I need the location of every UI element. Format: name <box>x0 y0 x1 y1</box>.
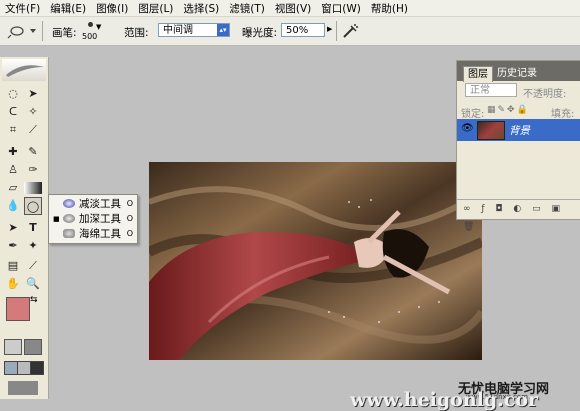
tool-preset-picker[interactable] <box>6 22 38 40</box>
custom-shape-tool-icon[interactable]: ✦ <box>24 237 42 255</box>
chevron-updown-icon: ▴▾ <box>217 24 229 36</box>
menu-window[interactable]: 窗口(W) <box>316 1 366 16</box>
exposure-value: 50% <box>286 25 309 36</box>
menu-layer[interactable]: 图层(L) <box>133 1 178 16</box>
dodge-icon <box>7 26 36 39</box>
flyout-item-label: 加深工具 <box>79 213 121 225</box>
blur-tool-icon[interactable]: 💧 <box>4 197 22 215</box>
options-bar: 画笔: 500 ▼ 范围: 中间调 ▴▾ 曝光度: 50% ▶ <box>0 17 580 46</box>
menu-help[interactable]: 帮助(H) <box>366 1 413 16</box>
opacity-label: 不透明度: <box>523 89 567 100</box>
marquee-tool-icon[interactable]: ◌ <box>4 85 22 103</box>
pen-tool-icon[interactable]: ✒ <box>4 237 22 255</box>
layers-panel-footer-buttons[interactable]: ∞ ƒ ◘ ◐ ▭ ▣ 🗑 <box>457 199 580 232</box>
layer-row-background[interactable]: 👁 背景 <box>457 119 580 141</box>
eye-visibility-icon[interactable]: 👁 <box>461 123 474 134</box>
separator <box>42 21 43 41</box>
airbrush-button[interactable] <box>341 22 359 40</box>
dodge-icon <box>63 199 75 208</box>
eyedropper-tool-icon[interactable]: ⟋ <box>24 257 42 275</box>
layers-panel-tabbar: 图层 历史记录 <box>457 61 580 82</box>
clone-stamp-tool-icon[interactable]: ♙ <box>4 161 22 179</box>
menu-image[interactable]: 图像(I) <box>91 1 133 16</box>
flyout-item-dodge[interactable]: 减淡工具 O <box>49 196 137 211</box>
history-brush-tool-icon[interactable]: ✑ <box>24 161 42 179</box>
flyout-item-key: O <box>126 199 133 208</box>
brush-tool-icon[interactable]: ✎ <box>24 143 42 161</box>
healing-brush-tool-icon[interactable]: ✚ <box>4 143 22 161</box>
fill-label: 填充: <box>551 109 575 120</box>
notes-tool-icon[interactable]: ▤ <box>4 257 22 275</box>
gradient-tool-icon[interactable] <box>24 182 42 194</box>
zoom-tool-icon[interactable]: 🔍 <box>24 275 42 293</box>
range-select[interactable]: 中间调 ▴▾ <box>158 23 230 37</box>
quick-mask-mode-icon[interactable] <box>24 339 42 355</box>
layer-name: 背景 <box>509 125 530 137</box>
flyout-item-sponge[interactable]: 海绵工具 O <box>49 226 137 241</box>
eraser-tool-icon[interactable]: ▱ <box>4 179 22 197</box>
brush-dot-icon <box>88 22 93 27</box>
photo-woman-in-red-dress <box>149 162 482 360</box>
airbrush-icon <box>343 24 358 38</box>
dodge-tool-icon[interactable]: ◯ <box>24 197 42 215</box>
document-canvas-photo[interactable] <box>149 162 482 360</box>
sponge-icon <box>63 229 75 238</box>
flyout-item-label: 海绵工具 <box>79 228 121 240</box>
foreground-color-swatch[interactable] <box>6 297 30 321</box>
burn-icon <box>63 214 75 223</box>
range-label: 范围: <box>124 27 149 39</box>
toolbox-header-feather-icon <box>2 59 46 81</box>
chevron-down-icon: ▼ <box>96 23 102 31</box>
watermark-url-large: www.heigonlg.cor <box>350 389 539 411</box>
screen-mode-full-icon[interactable] <box>30 361 44 375</box>
lock-label: 锁定: <box>461 109 485 120</box>
imageready-jump-icon[interactable] <box>8 381 38 395</box>
menu-bar: 文件(F) 编辑(E) 图像(I) 图层(L) 选择(S) 滤镜(T) 视图(V… <box>0 0 580 17</box>
type-tool-icon[interactable]: T <box>24 219 42 237</box>
flyout-item-key: O <box>126 214 133 223</box>
lasso-tool-icon[interactable]: ᑕ <box>4 103 22 121</box>
magic-wand-tool-icon[interactable]: ✧ <box>24 103 42 121</box>
layer-thumbnail <box>477 121 505 140</box>
brush-label: 画笔: <box>52 27 77 39</box>
hand-tool-icon[interactable]: ✋ <box>4 275 22 293</box>
brush-picker[interactable]: 500 ▼ <box>80 20 102 42</box>
brush-size: 500 <box>82 32 98 41</box>
layers-panel: 图层 历史记录 正常 不透明度: 锁定: ▦✎✥🔒 填充: 👁 背景 ∞ ƒ ◘… <box>456 60 580 232</box>
flyout-item-label: 减淡工具 <box>79 198 121 210</box>
menu-file[interactable]: 文件(F) <box>0 1 45 16</box>
blend-mode-select[interactable]: 正常 <box>465 83 517 97</box>
menu-edit[interactable]: 编辑(E) <box>45 1 91 16</box>
tab-history[interactable]: 历史记录 <box>493 66 541 81</box>
crop-tool-icon[interactable]: ⌗ <box>4 121 22 139</box>
slice-tool-icon[interactable]: ⟋ <box>24 121 42 139</box>
selected-marker-icon: ■ <box>53 214 60 223</box>
menu-view[interactable]: 视图(V) <box>270 1 316 16</box>
tab-layers[interactable]: 图层 <box>463 66 493 82</box>
toolbox: ◌ ➤ ᑕ ✧ ⌗ ⟋ ✚ ✎ ♙ ✑ ▱ 💧 ◯ ➤ T ✒ ✦ ▤ ⟋ ✋ … <box>0 57 49 399</box>
screen-mode-standard-icon[interactable] <box>4 361 18 375</box>
exposure-slider-arrow-icon[interactable]: ▶ <box>327 25 332 33</box>
swap-colors-icon[interactable]: ⇆ <box>30 295 38 305</box>
lock-icons[interactable]: ▦✎✥🔒 <box>487 105 530 115</box>
dodge-tool-flyout-menu: 减淡工具 O ■ 加深工具 O 海绵工具 O <box>48 194 138 244</box>
exposure-label: 曝光度: <box>242 27 278 39</box>
blend-mode-value: 正常 <box>470 85 490 96</box>
menu-select[interactable]: 选择(S) <box>178 1 224 16</box>
range-value: 中间调 <box>163 25 193 36</box>
screen-mode-menubar-icon[interactable] <box>17 361 31 375</box>
standard-mode-icon[interactable] <box>4 339 22 355</box>
exposure-input[interactable]: 50% <box>281 23 325 37</box>
path-selection-tool-icon[interactable]: ➤ <box>4 219 22 237</box>
flyout-item-burn[interactable]: ■ 加深工具 O <box>49 211 137 226</box>
flyout-item-key: O <box>126 229 133 238</box>
separator <box>336 21 337 41</box>
menu-filter[interactable]: 滤镜(T) <box>224 1 270 16</box>
move-tool-icon[interactable]: ➤ <box>24 85 42 103</box>
